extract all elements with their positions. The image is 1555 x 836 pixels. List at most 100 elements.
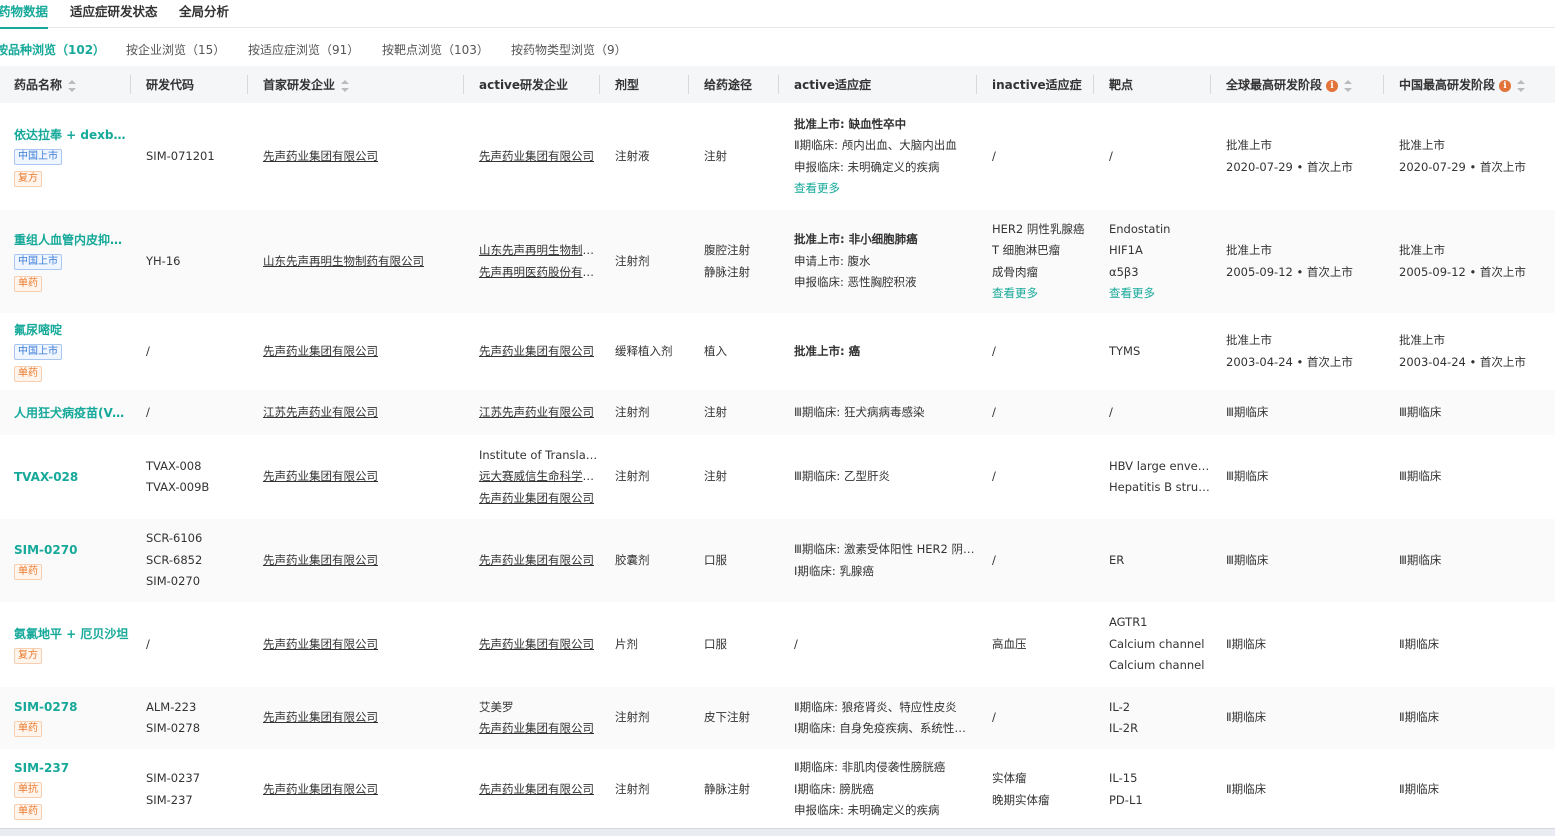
- col-first-company[interactable]: 首家研发企业: [248, 66, 464, 103]
- col-global-stage[interactable]: 全球最高研发阶段 i: [1211, 66, 1384, 103]
- active-company-link[interactable]: 艾美罗: [479, 697, 600, 719]
- active-company-link[interactable]: 先声再明医药股份有限公司: [479, 262, 600, 284]
- info-icon[interactable]: i: [1326, 79, 1339, 92]
- target: /: [1109, 148, 1113, 163]
- tab-global-analysis[interactable]: 全局分析: [179, 0, 229, 28]
- active-indication: Ⅰ期临床: 自身免疫疾病、系统性红斑狼疮: [794, 721, 977, 735]
- active-indication: 批准上市: 非小细胞肺癌: [794, 232, 918, 247]
- sort-icon[interactable]: [341, 79, 350, 92]
- active-indication: 申报临床: 未明确定义的疾病: [794, 803, 940, 818]
- dev-code: /: [146, 343, 150, 358]
- cell-first-company: 先声药业集团有限公司: [248, 519, 464, 602]
- drug-name-link[interactable]: SIM-0270: [14, 540, 131, 560]
- dev-code: SIM-071201: [146, 148, 215, 163]
- first-company-link[interactable]: 先声药业集团有限公司: [263, 469, 378, 483]
- drug-tag: 单抗: [14, 781, 42, 798]
- sort-icon[interactable]: [1517, 79, 1526, 92]
- first-company-link[interactable]: 先声药业集团有限公司: [263, 637, 378, 651]
- sort-icon[interactable]: [68, 79, 77, 92]
- col-drug-name[interactable]: 药品名称: [0, 66, 131, 103]
- cell-drug-name: 氟尿嘧啶 中国上市 单药: [0, 313, 131, 390]
- active-indication: /: [794, 636, 798, 651]
- target: PD-L1: [1109, 792, 1143, 807]
- active-company-link[interactable]: 先声药业集团有限公司: [479, 488, 600, 510]
- active-indication: Ⅰ期临床: 膀胱癌: [794, 781, 874, 796]
- first-company-link[interactable]: 先声药业集团有限公司: [263, 149, 378, 163]
- first-company-link[interactable]: 先声药业集团有限公司: [263, 782, 378, 796]
- active-company-link[interactable]: Institute of Translational Medicine: [479, 445, 600, 467]
- inactive-indication: /: [992, 552, 996, 567]
- drug-tag: 中国上市: [14, 148, 62, 165]
- show-more-link[interactable]: 查看更多: [1109, 283, 1211, 304]
- cell-drug-name: SIM-237 单抗单药: [0, 749, 131, 830]
- target: HIF1A: [1109, 243, 1143, 258]
- show-more-link[interactable]: 查看更多: [992, 283, 1094, 304]
- cell-global-stage: Ⅲ期临床: [1226, 469, 1269, 484]
- first-company-link[interactable]: 山东先声再明生物制药有限公司: [263, 254, 424, 268]
- sort-icon[interactable]: [1344, 79, 1353, 92]
- drug-name-link[interactable]: SIM-237: [14, 758, 131, 778]
- cell-target: ER: [1094, 519, 1211, 602]
- col-china-stage[interactable]: 中国最高研发阶段 i: [1384, 66, 1555, 103]
- inactive-indication: 晚期实体瘤: [992, 792, 1050, 807]
- active-company-link[interactable]: 先声药业集团有限公司: [479, 634, 600, 656]
- tab-indication-status[interactable]: 适应症研发状态: [70, 0, 158, 28]
- cell-china-stage: 批准上市 2020-07-29 • 首次上市: [1399, 138, 1526, 174]
- table-row: 氟尿嘧啶 中国上市 单药 / 先声药业集团有限公司 先声药业集团有限公司 缓释植入剂 植入 批准…: [0, 313, 1555, 390]
- table-header: 药品名称 研发代码 首家研发企业 active研发企业 剂型 给药途径 acti…: [0, 66, 1555, 103]
- cell-global-stage: Ⅲ期临床: [1226, 552, 1269, 567]
- active-company-link[interactable]: 江苏先声药业有限公司: [479, 402, 600, 424]
- show-more-link[interactable]: 查看更多: [794, 178, 977, 199]
- active-company-link[interactable]: 先声药业集团有限公司: [479, 341, 600, 363]
- browse-by-variety[interactable]: 按品种浏览（102）: [0, 41, 105, 58]
- cell-inactive-indication: 高血压: [977, 602, 1094, 687]
- active-company-link[interactable]: 先声药业集团有限公司: [479, 146, 600, 168]
- browse-mode-nav: 按品种浏览（102） 按企业浏览（15） 按适应症浏览（91） 按靶点浏览（10…: [0, 30, 1555, 66]
- browse-by-drug-type[interactable]: 按药物类型浏览（9）: [511, 41, 627, 58]
- info-icon[interactable]: i: [1499, 79, 1512, 92]
- first-company-link[interactable]: 江苏先声药业有限公司: [263, 405, 378, 419]
- cell-drug-name: 氨氯地平 + 厄贝沙坦 复方: [0, 602, 131, 687]
- drug-name-link[interactable]: SIM-0278: [14, 697, 131, 717]
- dev-code: SIM-0278: [146, 721, 201, 735]
- first-company-link[interactable]: 先声药业集团有限公司: [263, 344, 378, 358]
- browse-by-target[interactable]: 按靶点浏览（103）: [382, 41, 489, 58]
- active-company-link[interactable]: 先声药业集团有限公司: [479, 779, 600, 801]
- drug-name-link[interactable]: 重组人血管内皮抑制素: [14, 230, 131, 250]
- drug-tag: 中国上市: [14, 253, 62, 270]
- cell-active-company: 先声药业集团有限公司: [464, 313, 600, 390]
- dev-code: YH-16: [146, 253, 181, 268]
- cell-route: 注射: [704, 469, 727, 484]
- cell-active-indication: Ⅱ期临床: 狼疮肾炎、特应性皮炎 Ⅰ期临床: 自身免疫疾病、系统性红斑狼疮: [779, 687, 977, 749]
- drug-name-link[interactable]: 氟尿嘧啶: [14, 320, 131, 340]
- dev-code: SIM-237: [146, 792, 193, 807]
- browse-by-company[interactable]: 按企业浏览（15）: [126, 41, 225, 58]
- active-company-link[interactable]: 先声药业集团有限公司: [479, 718, 600, 740]
- cell-active-indication: 批准上市: 非小细胞肺癌 申请上市: 腹水 申报临床: 恶性胸腔积液: [779, 210, 977, 313]
- cell-china-stage: Ⅱ期临床: [1399, 710, 1440, 725]
- browse-by-indication[interactable]: 按适应症浏览（91）: [248, 41, 359, 58]
- cell-dev-code: SIM-071201: [131, 103, 248, 210]
- horizontal-scrollbar[interactable]: [0, 828, 1555, 836]
- active-indication: 申报临床: 未明确定义的疾病: [794, 159, 940, 174]
- cell-global-stage: Ⅱ期临床: [1226, 636, 1267, 651]
- drug-name-link[interactable]: TVAX-028: [14, 467, 131, 487]
- cell-dev-code: SIM-0237 SIM-237: [131, 749, 248, 830]
- first-company-link[interactable]: 先声药业集团有限公司: [263, 553, 378, 567]
- tab-drug-data[interactable]: 药物数据: [0, 0, 49, 29]
- drug-name-link[interactable]: 氨氯地平 + 厄贝沙坦: [14, 624, 131, 644]
- first-company-link[interactable]: 先声药业集团有限公司: [263, 710, 378, 724]
- active-indication: 申报临床: 恶性胸腔积液: [794, 275, 917, 290]
- drug-name-link[interactable]: 依达拉奉 + dexborneol: [14, 125, 131, 145]
- active-indication: Ⅱ期临床: 狼疮肾炎、特应性皮炎: [794, 699, 957, 714]
- active-indication: Ⅱ期临床: 非肌肉侵袭性膀胱癌: [794, 760, 946, 775]
- cell-target: IL-2 IL-2R: [1094, 687, 1211, 749]
- drug-tag: 单药: [14, 803, 42, 820]
- active-company-link[interactable]: 远大赛威信生命科学有限公司: [479, 466, 600, 488]
- drug-name-link[interactable]: 人用狂犬病疫苗(Vero细胞): [14, 403, 131, 423]
- dev-code: TVAX-009B: [146, 480, 210, 494]
- inactive-indication: 高血压: [992, 636, 1027, 651]
- active-company-link[interactable]: 山东先声再明生物制药有限公司: [479, 240, 600, 262]
- active-company-link[interactable]: 先声药业集团有限公司: [479, 550, 600, 572]
- cell-china-stage: Ⅲ期临床: [1399, 404, 1442, 419]
